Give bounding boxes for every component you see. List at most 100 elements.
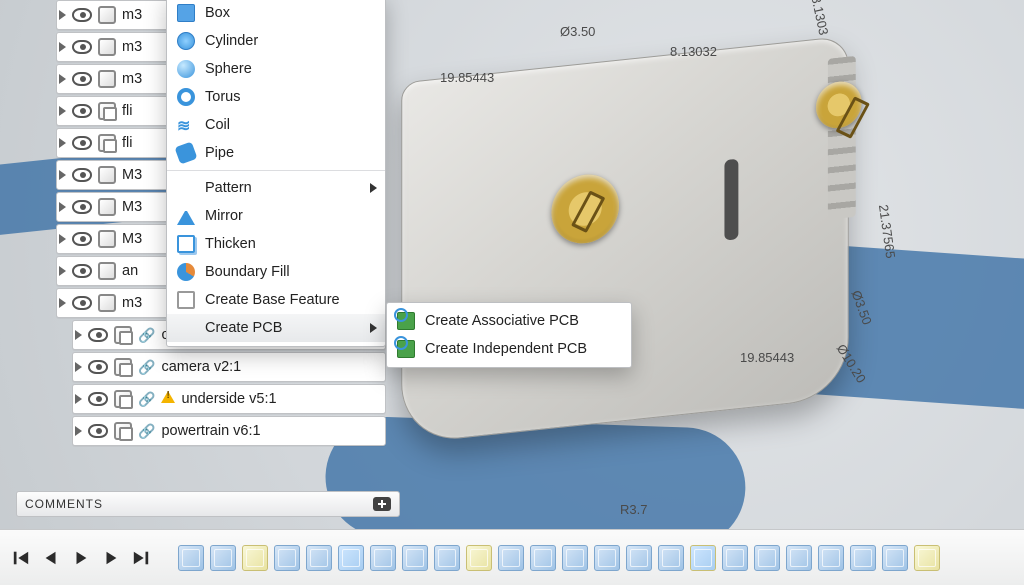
timeline-prev-button[interactable] [40,547,62,569]
tree-row-label: fli [122,103,132,119]
screw-head-icon [551,171,619,246]
menu-item-label: Pattern [205,180,252,196]
expand-icon[interactable] [75,362,82,372]
timeline-feature[interactable] [370,545,396,571]
expand-icon[interactable] [59,298,66,308]
visibility-toggle-icon[interactable] [88,328,108,342]
timeline-feature[interactable] [498,545,524,571]
timeline-feature[interactable] [818,545,844,571]
timeline-feature[interactable] [754,545,780,571]
menu-item-boundary-fill[interactable]: Boundary Fill [167,258,385,286]
comments-panel-header[interactable]: COMMENTS [16,491,400,517]
timeline-feature[interactable] [882,545,908,571]
screw-head-icon [816,79,862,130]
expand-icon[interactable] [59,74,66,84]
body-icon [98,38,116,56]
timeline-feature[interactable] [850,545,876,571]
body-icon [98,230,116,248]
menu-item-create-independent-pcb[interactable]: Create Independent PCB [387,335,631,363]
expand-icon[interactable] [59,106,66,116]
visibility-toggle-icon[interactable] [72,232,92,246]
tree-row-label: m3 [122,71,142,87]
timeline-feature[interactable] [466,545,492,571]
tree-row[interactable]: 🔗underside v5:1 [72,384,386,414]
timeline-play-button[interactable] [70,547,92,569]
menu-item-create-base-feature[interactable]: Create Base Feature [167,286,385,314]
timeline-feature[interactable] [274,545,300,571]
expand-icon[interactable] [59,42,66,52]
timeline-feature[interactable] [594,545,620,571]
timeline-feature[interactable] [242,545,268,571]
visibility-toggle-icon[interactable] [72,168,92,182]
timeline-feature[interactable] [626,545,652,571]
expand-icon[interactable] [75,394,82,404]
expand-icon[interactable] [59,170,66,180]
tree-row-label: underside v5:1 [181,391,276,407]
add-comment-button[interactable] [373,497,391,511]
visibility-toggle-icon[interactable] [72,40,92,54]
menu-item-pipe[interactable]: Pipe [167,139,385,167]
visibility-toggle-icon[interactable] [72,264,92,278]
timeline-feature[interactable] [914,545,940,571]
expand-icon[interactable] [59,202,66,212]
tree-row-label: m3 [122,7,142,23]
tree-row[interactable]: 🔗powertrain v6:1 [72,416,386,446]
timeline-feature[interactable] [722,545,748,571]
tree-row[interactable]: 🔗camera v2:1 [72,352,386,382]
timeline-feature[interactable] [530,545,556,571]
expand-icon[interactable] [59,266,66,276]
expand-icon[interactable] [59,138,66,148]
body-icon [98,262,116,280]
visibility-toggle-icon[interactable] [72,72,92,86]
menu-item-mirror[interactable]: Mirror [167,202,385,230]
timeline-feature[interactable] [402,545,428,571]
menu-item-pattern[interactable]: Pattern [167,174,385,202]
expand-icon[interactable] [75,426,82,436]
visibility-toggle-icon[interactable] [88,360,108,374]
expand-icon[interactable] [59,10,66,20]
timeline-feature[interactable] [434,545,460,571]
component-icon [114,326,132,344]
tree-row-label: powertrain v6:1 [161,423,260,439]
timeline-next-button[interactable] [100,547,122,569]
menu-item-create-pcb[interactable]: Create PCB [167,314,385,342]
visibility-toggle-icon[interactable] [72,104,92,118]
visibility-toggle-icon[interactable] [72,8,92,22]
timeline-feature[interactable] [658,545,684,571]
menu-item-label: Pipe [205,145,234,161]
visibility-toggle-icon[interactable] [72,200,92,214]
timeline-feature[interactable] [338,545,364,571]
timeline-last-button[interactable] [130,547,152,569]
menu-item-cylinder[interactable]: Cylinder [167,27,385,55]
timeline-feature[interactable] [690,545,716,571]
body-icon [98,294,116,312]
menu-item-create-associative-pcb[interactable]: Create Associative PCB [387,307,631,335]
menu-item-label: Torus [205,89,240,105]
create-pcb-submenu[interactable]: Create Associative PCB Create Independent… [386,302,632,368]
expand-icon[interactable] [75,330,82,340]
visibility-toggle-icon[interactable] [88,392,108,406]
timeline-feature[interactable] [306,545,332,571]
link-icon: 🔗 [138,359,155,376]
menu-item-label: Create Independent PCB [425,341,587,357]
expand-icon[interactable] [59,234,66,244]
mirror-icon [177,207,195,225]
timeline-feature[interactable] [786,545,812,571]
body-icon [98,198,116,216]
timeline-bar[interactable] [0,529,1024,585]
visibility-toggle-icon[interactable] [88,424,108,438]
menu-item-sphere[interactable]: Sphere [167,55,385,83]
timeline-feature[interactable] [178,545,204,571]
visibility-toggle-icon[interactable] [72,136,92,150]
timeline-first-button[interactable] [10,547,32,569]
timeline-feature[interactable] [210,545,236,571]
menu-item-torus[interactable]: Torus [167,83,385,111]
visibility-toggle-icon[interactable] [72,296,92,310]
menu-item-box[interactable]: Box [167,0,385,27]
menu-item-thicken[interactable]: Thicken [167,230,385,258]
create-menu[interactable]: BoxCylinderSphere Torus ≋Coil Pipe Pattern Mi… [166,0,386,347]
menu-item-coil[interactable]: ≋Coil [167,111,385,139]
timeline-features[interactable] [178,545,1014,571]
component-icon [98,134,116,152]
timeline-feature[interactable] [562,545,588,571]
